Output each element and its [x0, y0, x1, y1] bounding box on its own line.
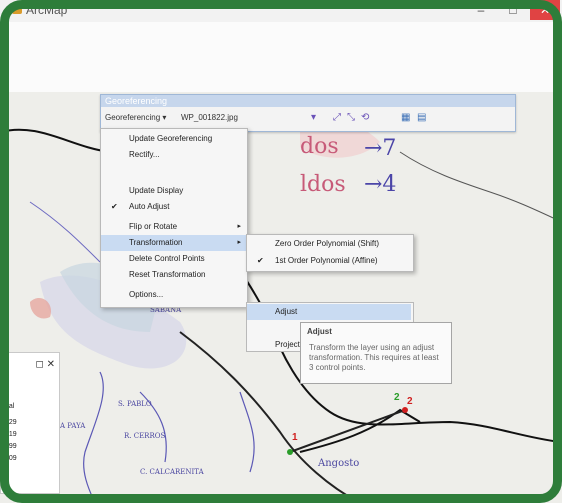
georeferencing-toolbar-title: Georeferencing: [101, 95, 515, 107]
menu-item-reset-transformation[interactable]: Reset Transformation: [101, 267, 247, 283]
tooltip-title: Adjust: [307, 327, 332, 336]
add-control-points-icon[interactable]: ⤡: [347, 112, 355, 123]
menu-item-rectify[interactable]: Rectify...: [101, 147, 247, 163]
control-point-1-label: 1: [292, 432, 298, 443]
close-button[interactable]: ✕: [530, 0, 560, 20]
map-label-paya: A PAYA: [60, 422, 86, 430]
georeferencing-menu: Update Georeferencing Rectify... Update …: [100, 128, 248, 308]
panel-window-controls[interactable]: ◻ ✕: [36, 359, 55, 370]
panel-value-0: 929: [5, 419, 17, 426]
minimize-button[interactable]: –: [468, 0, 494, 20]
georeferencing-toolbar: Georeferencing Georeferencing ▾ WP_00182…: [100, 94, 516, 132]
map-canvas[interactable]: dos ldos →7 →4 1 2 2 A PAYA S. PABLO R. …: [0, 92, 562, 503]
menu-item-label: Projecti: [275, 340, 302, 349]
tooltip-body: Transform the layer using an adjust tran…: [309, 343, 439, 372]
map-label-angosto: Angosto: [318, 458, 360, 469]
control-point-2-label-red: 2: [407, 396, 413, 407]
menu-item-label: Reset Transformation: [129, 270, 206, 279]
menu-item-transformation[interactable]: Transformation ▸: [101, 235, 247, 251]
georeferencing-toolbar-tools: Georeferencing ▾ WP_001822.jpg ▾ ⤢ ⤡ ⟲ ▦…: [101, 109, 515, 129]
georeferencing-dropdown-button[interactable]: Georeferencing ▾: [105, 113, 166, 122]
menu-item-update-georeferencing[interactable]: Update Georeferencing: [101, 131, 247, 147]
menu-item-update-display[interactable]: Update Display: [101, 183, 247, 199]
menu-item-label: 1st Order Polynomial (Affine): [275, 256, 378, 265]
menu-item-adjust[interactable]: Adjust: [247, 304, 411, 320]
map-label-calcarenita: C. CALCARENITA: [140, 468, 204, 476]
control-point-2-label-green: 2: [394, 392, 400, 403]
layer-select-chevron-icon[interactable]: ▾: [311, 112, 316, 123]
panel-column-header: ual: [5, 403, 15, 410]
fit-to-display-icon[interactable]: ⟲: [361, 112, 369, 123]
menu-item-options[interactable]: Options...: [101, 287, 247, 303]
app-title: ArcMap: [26, 3, 68, 17]
rotate-icon[interactable]: ⤢: [333, 112, 341, 123]
menu-item-label: Rectify...: [129, 150, 160, 159]
toolbar-area: [0, 22, 562, 93]
map-label-pablo: S. PABLO: [118, 400, 152, 408]
menu-item-label: Update Georeferencing: [129, 134, 213, 143]
menu-item-auto-adjust[interactable]: ✔ Auto Adjust: [101, 199, 247, 215]
map-handwriting-1: dos: [300, 134, 339, 159]
view-link-table-icon[interactable]: ▦: [401, 112, 410, 123]
panel-value-3: 009: [5, 455, 17, 462]
menu-item-zero-order-polynomial[interactable]: Zero Order Polynomial (Shift): [247, 236, 413, 252]
menu-item-label: Options...: [129, 290, 164, 299]
panel-value-2: 999: [5, 443, 17, 450]
check-icon: ✔: [111, 202, 118, 211]
map-handwriting-arrow-2: →4: [364, 172, 397, 197]
map-handwriting-arrow-1: →7: [364, 136, 397, 161]
menu-item-delete-control-points[interactable]: Delete Control Points: [101, 251, 247, 267]
adjust-tooltip: Adjust Transform the layer using an adju…: [300, 322, 452, 384]
submenu-arrow-icon: ▸: [237, 223, 241, 230]
menu-item-flip-or-rotate[interactable]: Flip or Rotate ▸: [101, 219, 247, 235]
menu-item-label: Transformation: [129, 238, 183, 247]
maximize-button[interactable]: □: [500, 0, 526, 20]
menu-item-label: Update Display: [129, 186, 184, 195]
menu-item-first-order-polynomial[interactable]: ✔ 1st Order Polynomial (Affine): [247, 253, 413, 269]
panel-value-1: 919: [5, 431, 17, 438]
check-icon: ✔: [257, 256, 264, 265]
menu-item-label: Flip or Rotate: [129, 222, 178, 231]
link-table-panel: ◻ ✕ ual 929 919 999 009: [0, 352, 60, 494]
title-bar: ArcMap – □ ✕: [0, 0, 562, 22]
menu-item-label: Adjust: [275, 307, 298, 316]
map-handwriting-2: ldos: [300, 172, 346, 197]
transformation-submenu: Zero Order Polynomial (Shift) ✔ 1st Order…: [246, 234, 414, 272]
submenu-arrow-icon: ▸: [237, 239, 241, 246]
arcmap-logo-icon: [12, 4, 22, 14]
menu-item-label: Zero Order Polynomial (Shift): [275, 239, 380, 248]
menu-item-label: Auto Adjust: [129, 202, 170, 211]
layer-select[interactable]: WP_001822.jpg: [181, 113, 238, 122]
viewer-icon[interactable]: ▤: [417, 112, 426, 123]
map-label-cerros: R. CERROS: [124, 432, 166, 440]
menu-item-label: Delete Control Points: [129, 254, 205, 263]
scanned-map-image: [0, 92, 562, 503]
